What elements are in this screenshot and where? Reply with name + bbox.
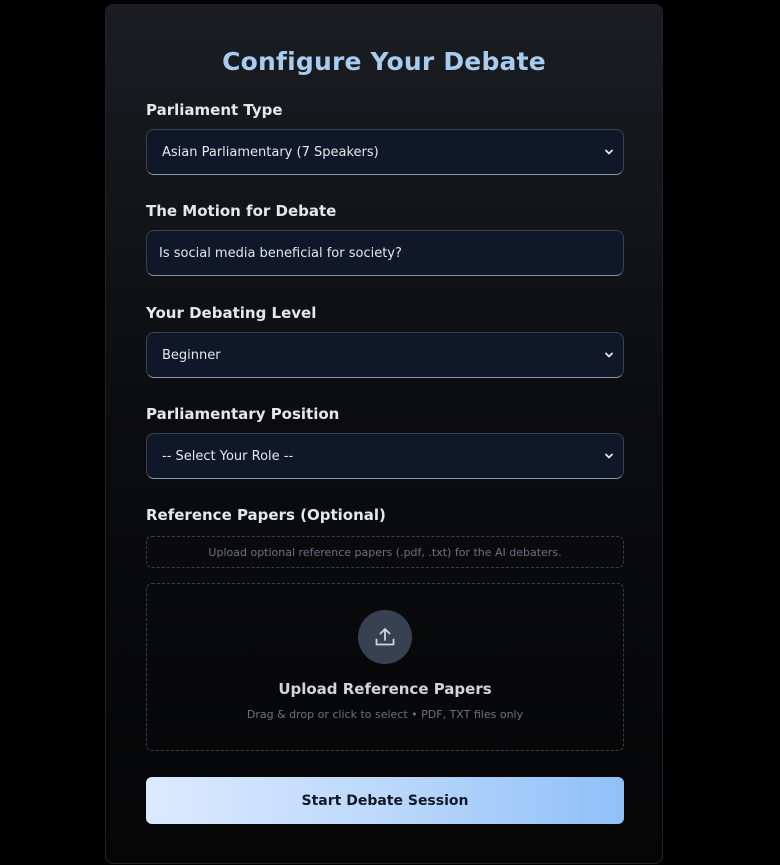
debating-level-value: Beginner (162, 347, 221, 363)
motion-value: Is social media beneficial for society? (159, 245, 402, 261)
debating-level-label: Your Debating Level (146, 304, 317, 322)
reference-papers-hint: Upload optional reference papers (.pdf, … (146, 536, 624, 568)
upload-dropzone[interactable]: Upload Reference Papers Drag & drop or c… (146, 583, 624, 751)
parliamentary-position-label: Parliamentary Position (146, 405, 340, 423)
chevron-down-icon (605, 149, 613, 155)
motion-label: The Motion for Debate (146, 202, 337, 220)
upload-subtitle: Drag & drop or click to select • PDF, TX… (246, 708, 524, 721)
debate-config-card: Configure Your Debate Parliament Type As… (105, 4, 663, 864)
reference-papers-label: Reference Papers (Optional) (146, 506, 386, 524)
start-debate-button[interactable]: Start Debate Session (146, 777, 624, 824)
upload-icon (375, 628, 395, 646)
parliamentary-position-select[interactable]: -- Select Your Role -- (146, 433, 624, 479)
parliamentary-position-value: -- Select Your Role -- (162, 448, 294, 464)
upload-title: Upload Reference Papers (278, 680, 492, 698)
parliament-type-select[interactable]: Asian Parliamentary (7 Speakers) (146, 129, 624, 175)
chevron-down-icon (605, 453, 613, 459)
parliament-type-value: Asian Parliamentary (7 Speakers) (162, 144, 379, 160)
chevron-down-icon (605, 352, 613, 358)
motion-input[interactable]: Is social media beneficial for society? (146, 230, 624, 276)
debating-level-select[interactable]: Beginner (146, 332, 624, 378)
parliament-type-label: Parliament Type (146, 101, 283, 119)
upload-icon-circle (358, 610, 412, 664)
page-title: Configure Your Debate (222, 47, 546, 76)
